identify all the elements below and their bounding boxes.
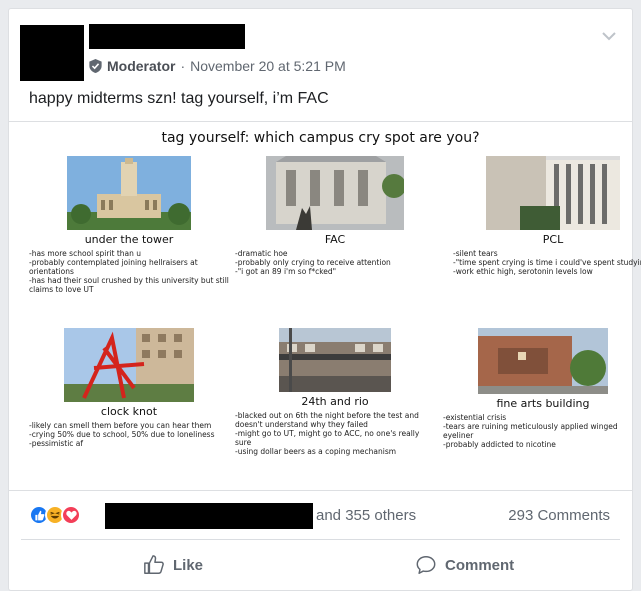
pcl-photo xyxy=(486,156,620,230)
post-meta: Moderator · November 20 at 5:21 PM xyxy=(89,58,346,74)
cell-desc: -dramatic hoe -probably only crying to r… xyxy=(235,249,391,276)
author-name-redacted[interactable] xyxy=(89,24,245,49)
meme-cell-clock-knot: clock knot -likely can smell them before… xyxy=(29,328,229,448)
post-timestamp[interactable]: November 20 at 5:21 PM xyxy=(190,58,346,74)
cell-desc: -blacked out on 6th the night before the… xyxy=(235,411,420,456)
meme-cell-24th-rio: 24th and rio -blacked out on 6th the nig… xyxy=(235,328,435,456)
moderator-shield-icon xyxy=(89,59,102,73)
meme-cell-pcl: PCL -silent tears -"time spent crying is… xyxy=(453,156,641,276)
cell-label: fine arts building xyxy=(496,397,590,410)
meme-title: tag yourself: which campus cry spot are … xyxy=(161,130,480,146)
like-button[interactable]: Like xyxy=(143,550,203,580)
cell-label: 24th and rio xyxy=(301,395,369,408)
cell-label: FAC xyxy=(324,233,346,246)
clock-knot-photo xyxy=(64,328,194,402)
comment-bubble-icon xyxy=(416,556,436,574)
like-label: Like xyxy=(173,556,204,574)
post-card: Moderator · November 20 at 5:21 PM happy… xyxy=(8,8,641,591)
cell-label: PCL xyxy=(542,233,564,246)
post-text: happy midterms szn! tag yourself, i’m FA… xyxy=(29,90,329,107)
cell-label: clock knot xyxy=(100,405,158,418)
24th-rio-photo xyxy=(279,328,391,392)
cell-desc: -likely can smell them before you can he… xyxy=(29,421,215,448)
reaction-others-count[interactable]: and 355 others xyxy=(316,507,416,524)
comment-button[interactable]: Comment xyxy=(415,550,514,580)
thumbs-up-icon xyxy=(144,555,164,574)
cell-desc: -existential crisis -tears are ruining m… xyxy=(443,413,618,449)
fine-arts-photo xyxy=(478,328,608,394)
meme-cell-tower: under the tower -has more school spirit … xyxy=(29,156,229,294)
meta-separator: · xyxy=(180,58,186,74)
comments-count[interactable]: 293 Comments xyxy=(508,507,610,524)
fac-photo xyxy=(266,156,404,230)
comment-label: Comment xyxy=(445,556,515,574)
cell-desc: -has more school spirit than u -probably… xyxy=(29,249,229,294)
moderator-badge: Moderator xyxy=(107,58,176,74)
action-divider xyxy=(21,539,620,540)
cell-label: under the tower xyxy=(84,233,174,246)
reactor-names-redacted[interactable] xyxy=(105,503,313,529)
reaction-icons[interactable] xyxy=(29,505,81,525)
love-reaction-icon xyxy=(61,505,81,525)
avatar[interactable] xyxy=(20,25,84,81)
meme-cell-fac: FAC -dramatic hoe -probably only crying … xyxy=(235,156,435,276)
tower-photo xyxy=(67,156,191,230)
cell-desc: -silent tears -"time spent crying is tim… xyxy=(453,249,641,276)
chevron-down-icon[interactable] xyxy=(602,31,616,41)
meme-cell-fine-arts: fine arts building -existential crisis -… xyxy=(443,328,641,449)
meme-image[interactable]: tag yourself: which campus cry spot are … xyxy=(9,121,641,491)
